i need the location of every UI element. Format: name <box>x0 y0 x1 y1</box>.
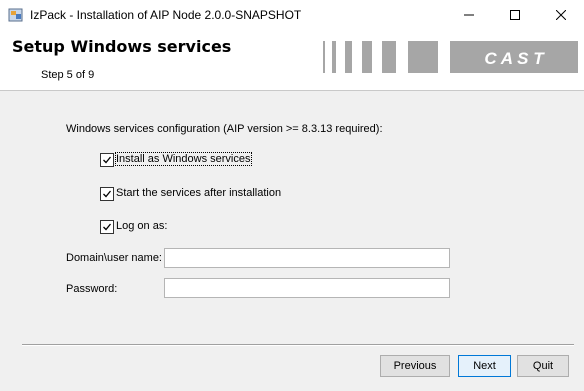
check-icon <box>103 223 112 231</box>
checkbox-box[interactable] <box>100 153 114 167</box>
step-indicator: Step 5 of 9 <box>41 69 95 81</box>
section-label: Windows services configuration (AIP vers… <box>66 123 383 135</box>
previous-button[interactable]: Previous <box>380 355 450 377</box>
domain-user-input[interactable] <box>164 248 450 268</box>
maximize-button[interactable] <box>492 0 538 30</box>
wizard-header: Setup Windows services Step 5 of 9 C A S… <box>0 30 584 91</box>
cast-logo: C A S T <box>323 41 578 73</box>
logo-text: C A S T <box>484 49 545 68</box>
checkbox-box[interactable] <box>100 187 114 201</box>
check-icon <box>103 156 112 164</box>
checkbox-label[interactable]: Install as Windows services <box>115 152 252 166</box>
checkbox-label[interactable]: Log on as: <box>116 220 167 232</box>
window-title: IzPack - Installation of AIP Node 2.0.0-… <box>30 8 302 22</box>
password-input[interactable] <box>164 278 450 298</box>
close-button[interactable] <box>538 0 584 30</box>
izpack-app-icon <box>8 7 24 23</box>
password-label: Password: <box>66 283 118 295</box>
next-button[interactable]: Next <box>458 355 511 377</box>
page-title: Setup Windows services <box>12 37 232 56</box>
footer-divider <box>22 344 574 346</box>
minimize-button[interactable] <box>446 0 492 30</box>
maximize-icon <box>510 10 520 20</box>
checkbox-label[interactable]: Start the services after installation <box>116 187 281 199</box>
check-icon <box>103 190 112 198</box>
quit-button[interactable]: Quit <box>517 355 569 377</box>
close-icon <box>556 10 566 20</box>
checkbox-box[interactable] <box>100 220 114 234</box>
minimize-icon <box>464 14 474 16</box>
domain-user-label: Domain\user name: <box>66 252 162 264</box>
window-titlebar: IzPack - Installation of AIP Node 2.0.0-… <box>0 0 584 30</box>
